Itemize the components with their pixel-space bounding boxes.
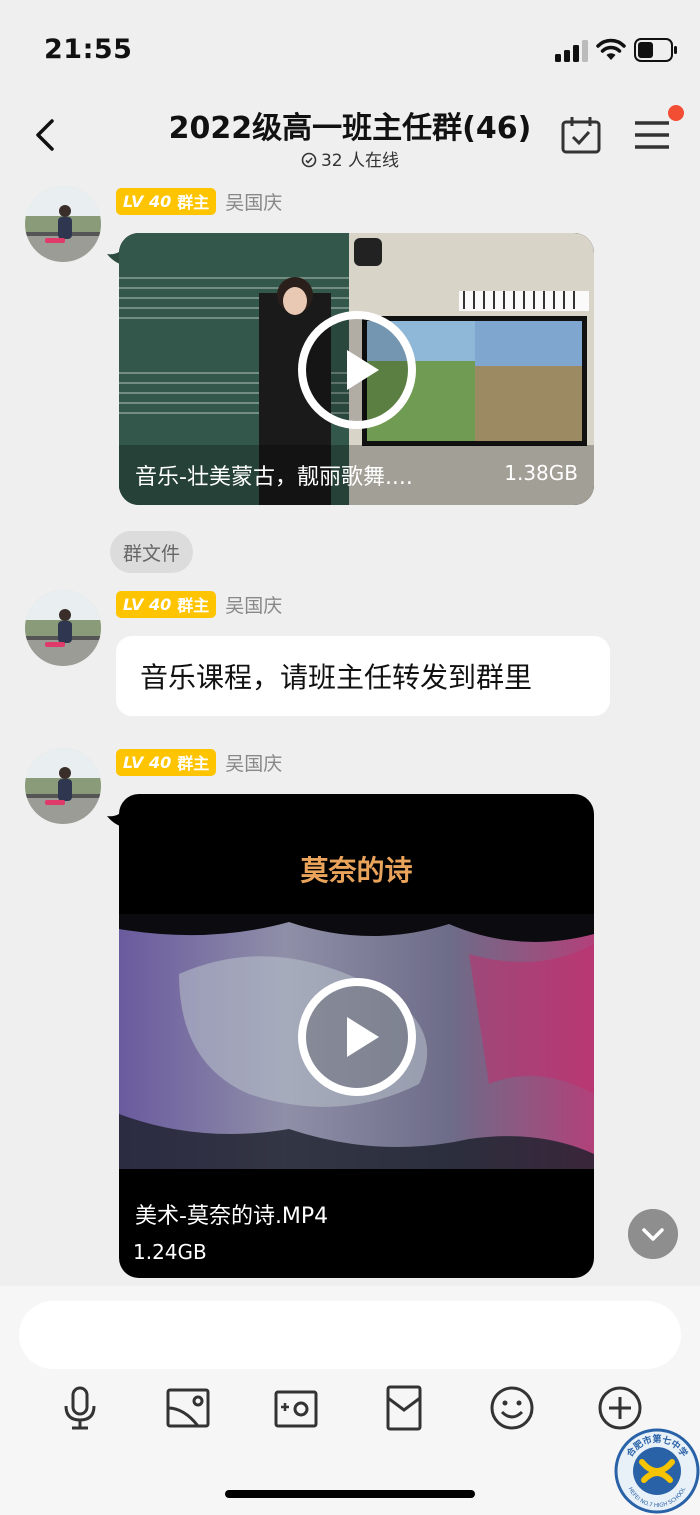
video-title-overlay: 莫奈的诗 xyxy=(300,854,413,887)
video-caption: 美术-莫奈的诗.MP4 xyxy=(135,1204,329,1229)
red-packet-icon[interactable] xyxy=(380,1384,428,1432)
group-file-chip[interactable]: 群文件 xyxy=(110,531,194,573)
video-message-card[interactable]: 音乐-壮美蒙古，靓丽歌舞.... 1.38GB xyxy=(119,233,594,505)
scroll-down-icon[interactable] xyxy=(628,1209,678,1259)
message-input[interactable] xyxy=(19,1301,681,1369)
emoji-icon[interactable] xyxy=(488,1384,536,1432)
online-status-icon xyxy=(301,152,317,168)
sender-avatar[interactable] xyxy=(25,590,101,666)
sender-avatar[interactable] xyxy=(25,186,101,262)
level-label: LV 40 xyxy=(123,594,172,614)
level-badge: LV 40 群主 xyxy=(116,187,217,215)
cellular-signal-icon xyxy=(555,40,588,62)
camera-icon[interactable] xyxy=(272,1384,320,1432)
sender-name[interactable]: 吴国庆 xyxy=(225,749,282,776)
level-label: LV 40 xyxy=(123,191,172,211)
school-logo-watermark: 合肥市第七中学 HEFEI NO.7 HIGH SCHOOL xyxy=(614,1428,700,1514)
mic-icon[interactable] xyxy=(56,1384,104,1432)
avatar-photo xyxy=(25,590,101,666)
wifi-icon xyxy=(596,38,626,60)
sender-avatar[interactable] xyxy=(25,748,101,824)
play-button-icon[interactable] xyxy=(296,976,418,1098)
sender-name[interactable]: 吴国庆 xyxy=(225,188,282,215)
level-badge: LV 40 群主 xyxy=(116,590,217,618)
composer-bar xyxy=(0,1286,700,1515)
notification-dot xyxy=(668,105,684,121)
video-size: 1.24GB xyxy=(133,1240,207,1264)
video-size: 1.38GB xyxy=(504,461,578,485)
video-caption: 音乐-壮美蒙古，靓丽歌舞.... xyxy=(135,465,413,490)
sender-name[interactable]: 吴国庆 xyxy=(225,591,282,618)
menu-icon[interactable] xyxy=(632,117,672,153)
level-badge: LV 40 群主 xyxy=(116,748,217,776)
online-count-label: 32 人在线 xyxy=(320,151,400,171)
message-meta: LV 40 群主 吴国庆 xyxy=(116,187,282,215)
message-meta: LV 40 群主 吴国庆 xyxy=(116,748,282,776)
image-icon[interactable] xyxy=(164,1384,212,1432)
status-bar: 21:55 xyxy=(0,0,700,100)
play-button-icon[interactable] xyxy=(296,309,418,431)
message-meta: LV 40 群主 吴国庆 xyxy=(116,590,282,618)
avatar-photo xyxy=(25,748,101,824)
calendar-check-icon[interactable] xyxy=(560,115,602,155)
status-time: 21:55 xyxy=(44,34,133,65)
role-label: 群主 xyxy=(177,596,210,615)
video-message-card[interactable]: 莫奈的诗 美术-莫奈的诗.MP4 1.24GB xyxy=(119,794,594,1278)
home-indicator xyxy=(225,1490,475,1498)
chat-header: 2022级高一班主任群(46) 32 人在线 xyxy=(0,95,700,177)
role-label: 群主 xyxy=(177,193,210,212)
text-message-bubble[interactable]: 音乐课程，请班主任转发到群里 xyxy=(116,636,610,716)
battery-icon xyxy=(634,38,677,62)
level-label: LV 40 xyxy=(123,752,172,772)
role-label: 群主 xyxy=(177,754,210,773)
avatar-photo xyxy=(25,186,101,262)
plus-icon[interactable] xyxy=(596,1384,644,1432)
